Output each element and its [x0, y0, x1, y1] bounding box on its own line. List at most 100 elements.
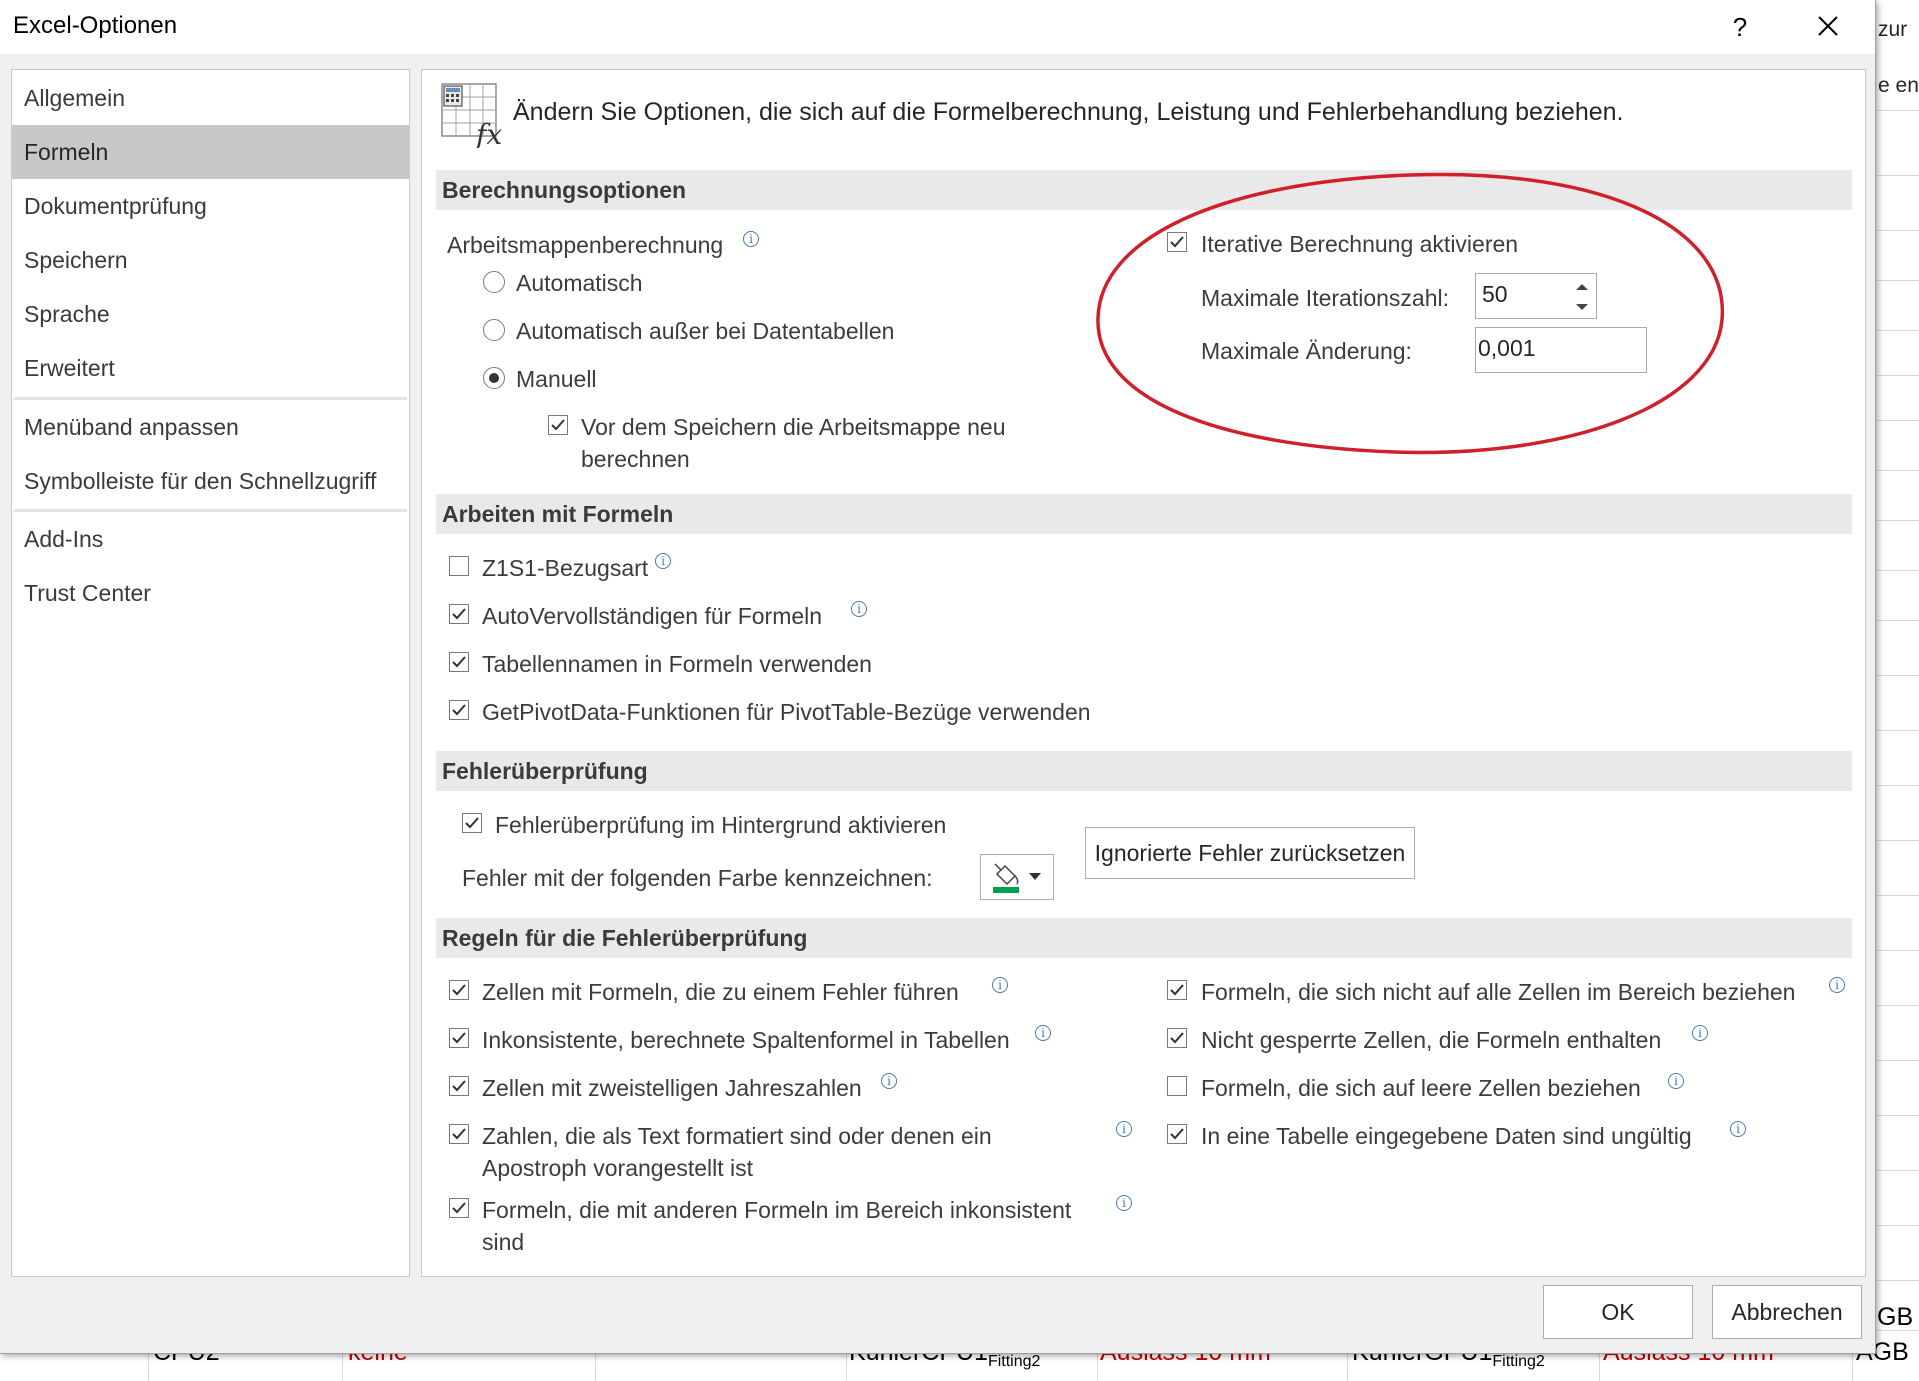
checkbox-background-error-check[interactable] — [462, 813, 482, 833]
checkbox-getpivotdata[interactable] — [449, 700, 469, 720]
section-header-arbeiten-mit-formeln: Arbeiten mit Formeln — [436, 494, 1852, 534]
max-change-label: Maximale Änderung: — [1201, 338, 1412, 364]
checkbox-rule-invalid-table-data[interactable] — [1167, 1124, 1187, 1144]
checkbox-rule-unlocked-cells[interactable] — [1167, 1028, 1187, 1048]
rule-numbers-as-text-label-2: Apostroph vorangestellt ist — [482, 1155, 754, 1181]
rule-numbers-as-text-label-1: Zahlen, die als Text formatiert sind ode… — [482, 1123, 992, 1149]
iterative-calc-label: Iterative Berechnung aktivieren — [1201, 231, 1519, 257]
info-icon: i — [851, 601, 867, 617]
check-icon — [1170, 236, 1184, 248]
nav-item-dokumentpruefung[interactable]: Dokumentprüfung — [12, 179, 409, 233]
bg-cell-kuehlercpu-sub: Fitting2 — [987, 1353, 1041, 1370]
paint-bucket-icon — [993, 863, 1041, 893]
reset-ignored-errors-button[interactable]: Ignorierte Fehler zurücksetzen — [1085, 827, 1415, 879]
error-color-label: Fehler mit der folgenden Farbe kennzeich… — [462, 865, 933, 891]
info-icon: i — [1692, 1025, 1708, 1041]
spinner-arrows-icon[interactable] — [1574, 280, 1590, 314]
help-button[interactable]: ? — [1720, 8, 1760, 46]
recalc-before-save-label-2: berechnen — [581, 446, 690, 472]
section-header-berechnungsoptionen: Berechnungsoptionen — [436, 170, 1852, 210]
nav-item-allgemein[interactable]: Allgemein — [12, 71, 409, 125]
check-icon — [452, 1202, 466, 1214]
nav-item-sprache[interactable]: Sprache — [12, 287, 409, 341]
radio-automatisch-ausser-datentabellen[interactable] — [483, 319, 505, 341]
check-icon — [452, 704, 466, 716]
dialog-title: Excel-Optionen — [13, 12, 178, 39]
checkbox-r1c1[interactable] — [449, 556, 469, 576]
check-icon — [452, 1128, 466, 1140]
check-icon — [452, 656, 466, 668]
bg-text-en: e en — [1878, 74, 1919, 97]
bg-text-zur: zur — [1878, 18, 1908, 41]
nav-item-trust-center[interactable]: Trust Center — [12, 566, 409, 620]
check-icon — [551, 419, 565, 431]
section-title: Arbeiten mit Formeln — [442, 501, 674, 527]
error-color-picker[interactable] — [980, 854, 1054, 900]
rule-formula-errors-label: Zellen mit Formeln, die zu einem Fehler … — [482, 979, 959, 1005]
radio-manuell-label: Manuell — [516, 366, 597, 392]
checkbox-rule-omitted-cells[interactable] — [1167, 980, 1187, 1000]
check-icon — [465, 817, 479, 829]
info-icon: i — [1668, 1073, 1684, 1089]
check-icon — [452, 1032, 466, 1044]
page-intro-text: Ändern Sie Optionen, die sich auf die Fo… — [513, 98, 1624, 126]
getpivotdata-label: GetPivotData-Funktionen für PivotTable-B… — [482, 699, 1091, 725]
checkbox-recalc-before-save[interactable] — [548, 415, 568, 435]
radio-selected-dot — [489, 373, 499, 383]
rule-unlocked-cells-label: Nicht gesperrte Zellen, die Formeln enth… — [1201, 1027, 1662, 1053]
bg-cell-gb: GB — [1877, 1303, 1914, 1331]
checkbox-rule-formula-errors[interactable] — [449, 980, 469, 1000]
rule-two-digit-years-label: Zellen mit zweistelligen Jahreszahlen — [482, 1075, 862, 1101]
nav-item-formeln[interactable]: Formeln — [12, 125, 409, 179]
background-error-check-label: Fehlerüberprüfung im Hintergrund aktivie… — [495, 812, 947, 838]
nav-item-erweitert[interactable]: Erweitert — [12, 341, 409, 395]
rule-invalid-table-data-label: In eine Tabelle eingegebene Daten sind u… — [1201, 1123, 1692, 1149]
max-iterations-label: Maximale Iterationszahl: — [1201, 285, 1449, 311]
ok-button[interactable]: OK — [1543, 1285, 1693, 1339]
checkbox-rule-inconsistent-formulas[interactable] — [449, 1198, 469, 1218]
radio-automatisch-label: Automatisch — [516, 270, 643, 296]
rule-empty-cells-label: Formeln, die sich auf leere Zellen bezie… — [1201, 1075, 1641, 1101]
checkbox-autocomplete[interactable] — [449, 604, 469, 624]
check-icon — [1170, 1032, 1184, 1044]
info-icon: i — [1730, 1121, 1746, 1137]
check-icon — [452, 984, 466, 996]
formula-calc-icon: fx — [441, 83, 502, 148]
info-icon: i — [1035, 1025, 1051, 1041]
section-title: Regeln für die Fehlerüberprüfung — [442, 925, 808, 951]
radio-automatisch-ausser-label: Automatisch außer bei Datentabellen — [516, 318, 895, 344]
check-icon — [1170, 984, 1184, 996]
info-icon: i — [992, 977, 1008, 993]
nav-item-add-ins[interactable]: Add-Ins — [12, 512, 409, 566]
info-icon: i — [1116, 1121, 1132, 1137]
radio-automatisch[interactable] — [483, 271, 505, 293]
max-iterations-value: 50 — [1482, 281, 1508, 307]
r1c1-label: Z1S1-Bezugsart — [482, 555, 649, 581]
section-title: Berechnungsoptionen — [442, 177, 687, 203]
rule-inconsistent-formulas-label-1: Formeln, die mit anderen Formeln im Bere… — [482, 1197, 1072, 1223]
info-icon: i — [1829, 977, 1845, 993]
nav-item-speichern[interactable]: Speichern — [12, 233, 409, 287]
checkbox-rule-inconsistent-column[interactable] — [449, 1028, 469, 1048]
radio-manuell[interactable] — [483, 367, 505, 389]
check-icon — [1170, 1128, 1184, 1140]
checkbox-rule-empty-cells[interactable] — [1167, 1076, 1187, 1096]
nav-item-symbolleiste[interactable]: Symbolleiste für den Schnellzugriff — [12, 454, 409, 508]
close-button[interactable] — [1808, 8, 1848, 46]
section-header-fehlerueberpruefung: Fehlerüberprüfung — [436, 751, 1852, 791]
checkbox-table-names[interactable] — [449, 652, 469, 672]
max-change-input[interactable]: 0,001 — [1475, 327, 1647, 373]
formeln-page: fx Ändern Sie Optionen, die sich auf die… — [421, 69, 1866, 1277]
checkbox-rule-numbers-as-text[interactable] — [449, 1124, 469, 1144]
options-nav: Allgemein Formeln Dokumentprüfung Speich… — [11, 69, 410, 1277]
section-header-regeln: Regeln für die Fehlerüberprüfung — [436, 918, 1852, 958]
cancel-button[interactable]: Abbrechen — [1712, 1285, 1862, 1339]
max-iterations-spinner[interactable]: 50 — [1475, 273, 1597, 319]
info-icon: i — [1116, 1195, 1132, 1211]
info-icon: i — [743, 231, 759, 247]
checkbox-rule-two-digit-years[interactable] — [449, 1076, 469, 1096]
autocomplete-label: AutoVervollständigen für Formeln — [482, 603, 823, 629]
close-icon — [1818, 16, 1838, 36]
checkbox-iterative-calc[interactable] — [1167, 232, 1187, 252]
nav-item-menueband[interactable]: Menüband anpassen — [12, 400, 409, 454]
